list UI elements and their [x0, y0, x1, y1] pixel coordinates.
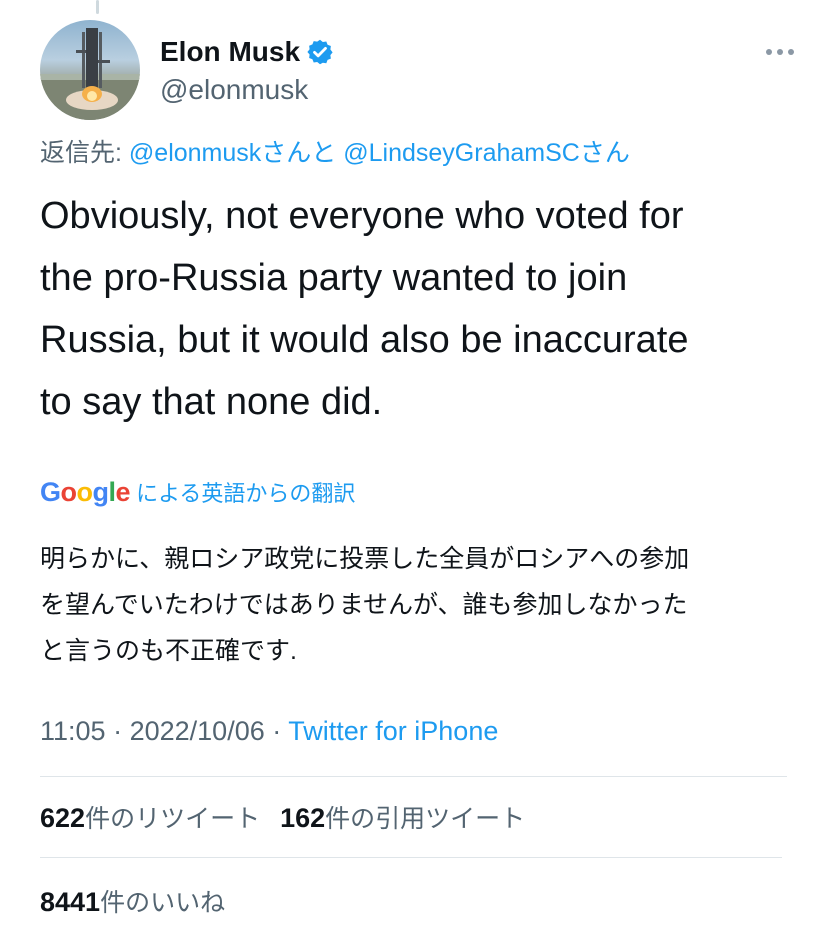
- replying-prefix: 返信先:: [40, 139, 122, 167]
- tweet-body: Obviously, not everyone who voted for th…: [40, 185, 800, 433]
- likes-label: 件のいいね: [100, 889, 226, 917]
- stats-likes-row: 8441件のいいね: [40, 883, 225, 919]
- more-horizontal-icon[interactable]: [760, 42, 800, 62]
- author-names: Elon Musk @elonmusk: [160, 34, 334, 106]
- avatar[interactable]: [40, 20, 140, 120]
- translated-line: を望んでいたわけではありませんが、誰も参加しなかった: [40, 591, 688, 619]
- translated-text: 明らかに、親ロシア政党に投票した全員がロシアへの参加 を望んでいたわけではありま…: [40, 536, 800, 674]
- more-dot: [788, 49, 794, 55]
- quotes-label: 件の引用ツイート: [325, 805, 526, 833]
- divider: [40, 857, 782, 858]
- more-dot: [777, 49, 783, 55]
- google-logo: Google: [40, 477, 131, 507]
- retweets-stat[interactable]: 622件のリツイート: [40, 803, 261, 833]
- replying-connector: さんと: [261, 139, 337, 167]
- tweet-text-line: the pro-Russia party wanted to join: [40, 257, 628, 299]
- quotes-stat[interactable]: 162件の引用ツイート: [280, 803, 526, 833]
- tweet-date[interactable]: 2022/10/06: [130, 716, 265, 746]
- replying-to: 返信先: @elonmuskさんと @LindseyGrahamSCさん: [40, 133, 630, 169]
- mention-link-lindseygrahamsc[interactable]: @LindseyGrahamSC: [343, 139, 580, 167]
- meta-separator: ·: [272, 716, 282, 746]
- tweet-text-line: to say that none did.: [40, 381, 383, 423]
- tweet-header: Elon Musk @elonmusk: [40, 20, 800, 120]
- retweets-label: 件のリツイート: [85, 805, 261, 833]
- quotes-count: 162: [280, 803, 326, 833]
- tweet-time[interactable]: 11:05: [40, 716, 106, 746]
- meta-separator: ·: [113, 716, 123, 746]
- more-dot: [766, 49, 772, 55]
- display-name[interactable]: Elon Musk: [160, 36, 300, 68]
- tweet-text-line: Obviously, not everyone who voted for: [40, 195, 684, 237]
- translation-label[interactable]: による英語からの翻訳: [136, 476, 355, 508]
- retweets-count: 622: [40, 803, 86, 833]
- user-handle[interactable]: @elonmusk: [160, 74, 334, 106]
- translation-attribution[interactable]: Google による英語からの翻訳: [40, 476, 355, 508]
- rocket-launch-avatar-icon: [40, 28, 140, 120]
- mention-link-elonmusk[interactable]: @elonmusk: [129, 139, 261, 167]
- likes-count: 8441: [40, 887, 101, 917]
- divider: [40, 776, 787, 777]
- translated-line: と言うのも不正確です.: [40, 637, 297, 665]
- replying-suffix: さん: [579, 139, 630, 167]
- thread-connector-line: [96, 0, 99, 14]
- tweet-source-link[interactable]: Twitter for iPhone: [288, 716, 498, 746]
- stats-retweets-row: 622件のリツイート 162件の引用ツイート: [40, 799, 525, 835]
- display-name-row: Elon Musk: [160, 34, 334, 70]
- tweet-text-line: Russia, but it would also be inaccurate: [40, 319, 689, 361]
- translated-line: 明らかに、親ロシア政党に投票した全員がロシアへの参加: [40, 545, 690, 573]
- likes-stat[interactable]: 8441件のいいね: [40, 887, 226, 917]
- tweet-meta: 11:05 · 2022/10/06 · Twitter for iPhone: [40, 716, 498, 747]
- verified-badge-icon: [307, 39, 333, 65]
